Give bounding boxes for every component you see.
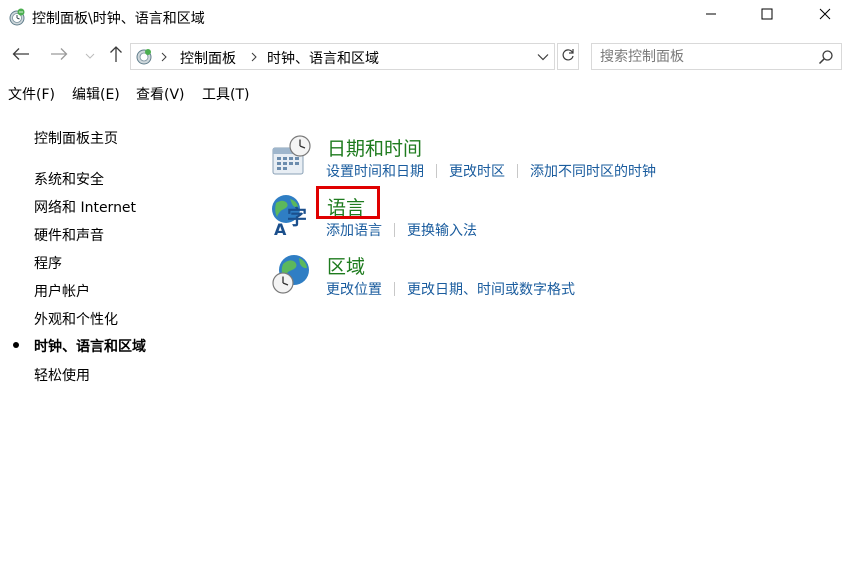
- link-change-input-method[interactable]: 更换输入法: [407, 220, 477, 240]
- address-bar[interactable]: 控制面板 时钟、语言和区域: [130, 43, 555, 70]
- refresh-button[interactable]: [557, 43, 579, 70]
- sidebar-item-system-security[interactable]: 系统和安全: [34, 169, 104, 189]
- up-button[interactable]: [104, 44, 128, 68]
- highlight-box: [316, 186, 380, 219]
- chevron-right-icon[interactable]: [249, 50, 259, 64]
- svg-text:字: 字: [287, 205, 307, 229]
- link-change-location[interactable]: 更改位置: [326, 279, 382, 299]
- refresh-icon: [561, 48, 575, 66]
- sidebar-item-programs[interactable]: 程序: [34, 253, 62, 273]
- maximize-button[interactable]: [744, 0, 790, 32]
- svg-text:A: A: [274, 220, 287, 237]
- search-box[interactable]: [591, 43, 842, 70]
- close-button[interactable]: [802, 0, 848, 32]
- category-links-language: 添加语言 更换输入法: [326, 220, 477, 240]
- chevron-right-icon[interactable]: [159, 50, 169, 64]
- up-arrow-icon: [109, 45, 123, 67]
- link-add-language[interactable]: 添加语言: [326, 220, 382, 240]
- category-title-region[interactable]: 区域: [327, 252, 365, 279]
- back-button[interactable]: [8, 44, 34, 68]
- breadcrumb-clock-language-region[interactable]: 时钟、语言和区域: [267, 48, 379, 68]
- sidebar-item-hardware-sound[interactable]: 硬件和声音: [34, 225, 104, 245]
- address-dropdown-button[interactable]: [533, 49, 553, 65]
- sidebar-item-clock-language-region: 时钟、语言和区域: [34, 339, 146, 355]
- region-icon[interactable]: [270, 252, 314, 296]
- recent-locations-button[interactable]: [82, 44, 98, 68]
- control-panel-icon: [7, 7, 27, 27]
- maximize-icon: [761, 8, 773, 24]
- menu-bar: 文件(F) 编辑(E) 查看(V) 工具(T): [0, 80, 856, 106]
- menu-file[interactable]: 文件(F): [8, 84, 55, 104]
- search-icon[interactable]: [818, 49, 834, 65]
- back-arrow-icon: [12, 47, 30, 65]
- close-icon: [819, 8, 831, 24]
- category-links-date-time: 设置时间和日期 更改时区 添加不同时区的时钟: [326, 161, 656, 181]
- link-divider: [394, 223, 395, 237]
- sidebar-item-appearance[interactable]: 外观和个性化: [34, 309, 118, 329]
- title-bar: 控制面板\时钟、语言和区域: [0, 0, 856, 34]
- language-icon[interactable]: 字 A: [270, 193, 314, 239]
- menu-tools[interactable]: 工具(T): [202, 84, 249, 104]
- minimize-button[interactable]: [688, 0, 734, 32]
- forward-button[interactable]: [46, 44, 72, 68]
- link-change-formats[interactable]: 更改日期、时间或数字格式: [407, 279, 575, 299]
- control-panel-icon: [134, 47, 154, 67]
- link-divider: [436, 164, 437, 178]
- chevron-down-icon: [85, 49, 95, 64]
- link-divider: [517, 164, 518, 178]
- link-change-timezone[interactable]: 更改时区: [449, 161, 505, 181]
- minimize-icon: [705, 8, 717, 24]
- category-title-date-time[interactable]: 日期和时间: [327, 134, 422, 161]
- menu-edit[interactable]: 编辑(E): [72, 84, 120, 104]
- navigation-bar: 控制面板 时钟、语言和区域: [0, 40, 856, 72]
- link-divider: [394, 282, 395, 296]
- date-time-icon[interactable]: [270, 134, 314, 178]
- window-title: 控制面板\时钟、语言和区域: [32, 11, 205, 27]
- sidebar-item-ease-of-access[interactable]: 轻松使用: [34, 365, 90, 385]
- link-add-clocks[interactable]: 添加不同时区的时钟: [530, 161, 656, 181]
- forward-arrow-icon: [50, 47, 68, 65]
- link-set-time-date[interactable]: 设置时间和日期: [326, 161, 424, 181]
- category-links-region: 更改位置 更改日期、时间或数字格式: [326, 279, 575, 299]
- search-input[interactable]: [600, 47, 800, 66]
- sidebar-item-user-accounts[interactable]: 用户帐户: [34, 281, 90, 301]
- active-bullet-icon: [13, 342, 19, 348]
- sidebar-item-home[interactable]: 控制面板主页: [34, 128, 118, 148]
- menu-view[interactable]: 查看(V): [136, 84, 185, 104]
- breadcrumb-control-panel[interactable]: 控制面板: [180, 48, 236, 68]
- sidebar-item-network-internet[interactable]: 网络和 Internet: [34, 197, 136, 217]
